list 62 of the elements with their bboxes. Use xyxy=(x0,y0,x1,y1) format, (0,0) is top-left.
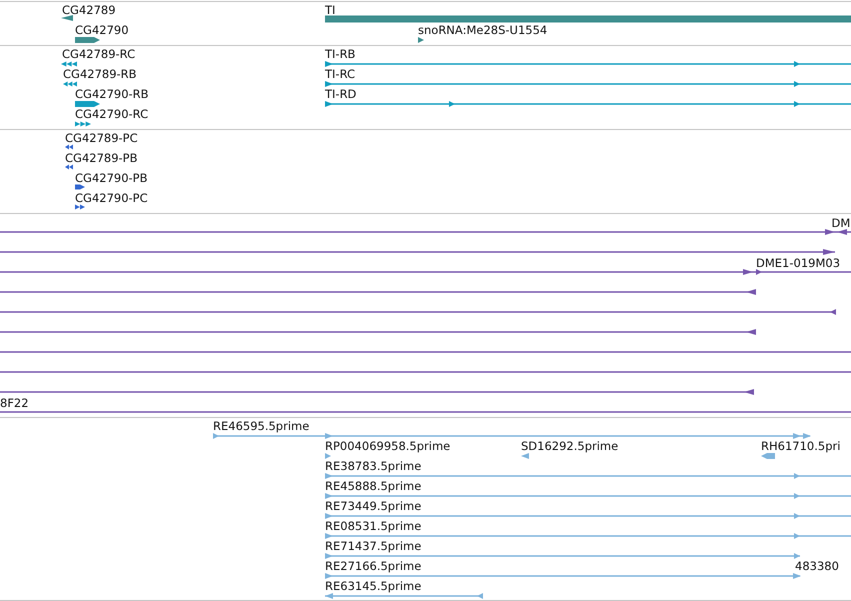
feature-label: CG42789 xyxy=(62,3,116,17)
est-glyph[interactable] xyxy=(761,453,775,459)
feature-label: snoRNA:Me28S-U1554 xyxy=(418,23,548,37)
protein-glyph[interactable] xyxy=(75,184,85,190)
transcript-glyph[interactable] xyxy=(75,101,100,107)
feature-label: RE46595.5prime xyxy=(213,419,310,433)
clone-glyph[interactable] xyxy=(0,309,836,315)
protein-glyph[interactable] xyxy=(75,204,85,210)
feature-label: TI xyxy=(325,3,336,17)
feature-label: CG42790 xyxy=(75,23,129,37)
feature-label: RH61710.5pri xyxy=(761,439,840,453)
feature-label: CG42790-RC xyxy=(75,107,148,121)
gene-glyph[interactable] xyxy=(75,37,100,43)
feature-label: RE38783.5prime xyxy=(325,459,422,473)
transcript-glyph[interactable] xyxy=(325,61,851,67)
est-glyph[interactable] xyxy=(325,593,483,599)
feature-label: RE08531.5prime xyxy=(325,519,422,533)
feature-label: RE71437.5prime xyxy=(325,539,422,553)
feature-label: TI-RD xyxy=(325,87,356,101)
est-glyph[interactable] xyxy=(325,473,851,479)
feature-label: CG42790-PB xyxy=(75,171,148,185)
transcript-glyph[interactable] xyxy=(75,122,91,126)
est-glyph[interactable] xyxy=(213,433,811,439)
transcript-glyph[interactable] xyxy=(325,81,851,87)
feature-label: CG42789-RC xyxy=(62,47,136,61)
feature-label: TI-RC xyxy=(325,67,356,81)
gene-glyph[interactable] xyxy=(61,15,73,21)
est-glyph[interactable] xyxy=(325,513,851,519)
clone-glyph[interactable] xyxy=(0,389,754,395)
gene-glyph[interactable] xyxy=(418,37,424,43)
est-glyph[interactable] xyxy=(325,533,851,539)
feature-label: 8F22 xyxy=(0,396,29,410)
clone-glyph[interactable] xyxy=(0,289,756,295)
feature-label: SD16292.5prime xyxy=(521,439,618,453)
feature-label: CG42789-PB xyxy=(65,151,138,165)
clone-glyph[interactable] xyxy=(0,229,851,235)
protein-glyph[interactable] xyxy=(65,144,73,150)
protein-glyph[interactable] xyxy=(65,164,73,170)
feature-label: RE73449.5prime xyxy=(325,499,422,513)
feature-label: DM xyxy=(831,216,850,230)
feature-label: DME1-019M03 xyxy=(756,256,840,270)
transcript-glyph[interactable] xyxy=(63,82,77,86)
clone-glyph[interactable] xyxy=(0,249,835,255)
transcript-glyph[interactable] xyxy=(325,101,851,107)
feature-label: CG42789-RB xyxy=(63,67,137,81)
est-glyph[interactable] xyxy=(325,493,851,499)
clone-glyph[interactable] xyxy=(0,329,756,335)
feature-label: CG42789-PC xyxy=(65,131,138,145)
feature-label: 483380 xyxy=(795,559,839,573)
est-glyph[interactable] xyxy=(521,453,529,459)
transcript-glyph[interactable] xyxy=(61,62,77,66)
feature-label: RE45888.5prime xyxy=(325,479,422,493)
est-glyph[interactable] xyxy=(325,453,331,459)
feature-label: RE27166.5prime xyxy=(325,559,422,573)
est-glyph[interactable] xyxy=(325,553,800,559)
feature-label: CG42790-PC xyxy=(75,191,148,205)
feature-label: TI-RB xyxy=(325,47,356,61)
est-glyph[interactable] xyxy=(325,573,801,579)
feature-label: RE63145.5prime xyxy=(325,579,422,593)
feature-label: CG42790-RB xyxy=(75,87,149,101)
feature-label: RP004069958.5prime xyxy=(325,439,450,453)
clone-glyph[interactable] xyxy=(0,269,851,275)
